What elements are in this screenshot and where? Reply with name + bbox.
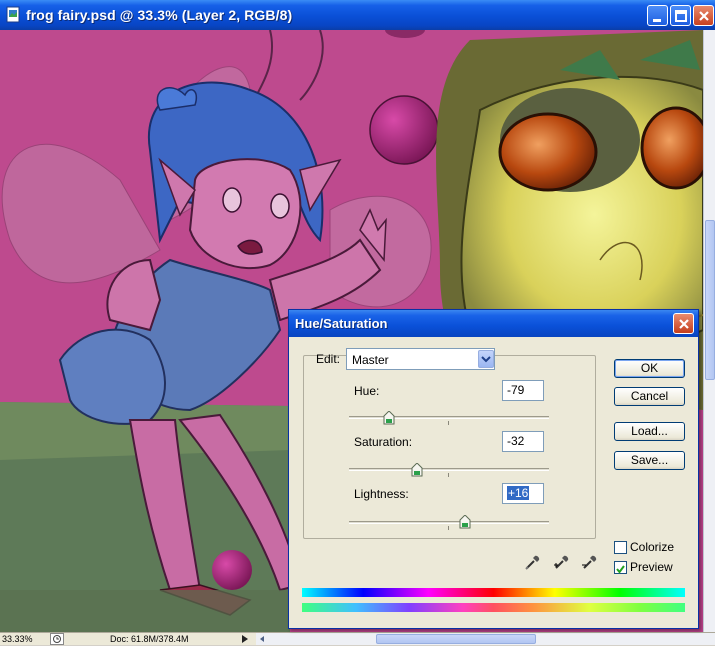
eyedropper-minus-icon[interactable] bbox=[581, 553, 599, 571]
saturation-slider-thumb[interactable] bbox=[411, 463, 423, 477]
vertical-scroll-thumb[interactable] bbox=[705, 220, 715, 380]
photoshop-document-icon bbox=[6, 6, 20, 23]
minimize-icon bbox=[653, 19, 661, 22]
lightness-slider-center-tick bbox=[448, 526, 449, 530]
saturation-slider-track[interactable] bbox=[349, 468, 549, 477]
lightness-slider-track[interactable] bbox=[349, 521, 549, 530]
minimize-button[interactable] bbox=[647, 5, 668, 26]
edit-channel-value: Master bbox=[352, 353, 389, 367]
load-button[interactable]: Load... bbox=[614, 422, 685, 441]
saturation-label: Saturation: bbox=[354, 435, 413, 449]
dialog-titlebar[interactable]: Hue/Saturation bbox=[289, 310, 698, 337]
triangle-right-icon[interactable] bbox=[240, 634, 250, 644]
scroll-left-icon[interactable] bbox=[256, 633, 268, 645]
colorize-checkbox[interactable] bbox=[614, 541, 627, 554]
edit-label: Edit: bbox=[316, 352, 341, 366]
preview-label: Preview bbox=[630, 560, 673, 574]
chevron-down-icon bbox=[481, 356, 491, 363]
checkmark-icon bbox=[616, 565, 625, 574]
adjustment-group bbox=[303, 355, 596, 539]
photoshop-document-window: frog fairy.psd @ 33.3% (Layer 2, RGB/8) bbox=[0, 0, 715, 645]
horizontal-scrollbar[interactable] bbox=[256, 633, 715, 645]
lightness-label: Lightness: bbox=[354, 487, 409, 501]
dialog-title: Hue/Saturation bbox=[295, 316, 388, 331]
edit-channel-select[interactable]: Master bbox=[346, 348, 495, 370]
output-hue-spectrum-bar[interactable] bbox=[302, 603, 685, 612]
close-icon bbox=[679, 319, 689, 329]
colorize-label: Colorize bbox=[630, 540, 675, 554]
vertical-scrollbar[interactable] bbox=[703, 30, 715, 632]
eyedropper-plus-icon[interactable] bbox=[553, 553, 571, 571]
preview-checkbox[interactable] bbox=[614, 561, 627, 574]
lightness-value: +16 bbox=[507, 486, 530, 500]
close-window-button[interactable] bbox=[693, 5, 714, 26]
maximize-button[interactable] bbox=[670, 5, 691, 26]
cancel-button[interactable]: Cancel bbox=[614, 387, 685, 406]
eyedropper-icon[interactable] bbox=[524, 553, 542, 571]
zoom-level[interactable]: 33.33% bbox=[2, 633, 46, 645]
hue-slider-thumb[interactable] bbox=[383, 411, 395, 425]
hue-saturation-dialog: Hue/Saturation Edit: Master Hue: -79 Sat… bbox=[288, 309, 699, 629]
hue-input[interactable]: -79 bbox=[502, 380, 544, 401]
dialog-close-button[interactable] bbox=[673, 313, 694, 334]
window-title: frog fairy.psd @ 33.3% (Layer 2, RGB/8) bbox=[26, 7, 293, 23]
save-button[interactable]: Save... bbox=[614, 451, 685, 470]
close-icon bbox=[699, 11, 709, 21]
input-hue-spectrum-bar bbox=[302, 588, 685, 597]
document-size: Doc: 61.8M/378.4M bbox=[110, 634, 189, 644]
lightness-input[interactable]: +16 bbox=[502, 483, 544, 504]
ok-button[interactable]: OK bbox=[614, 359, 685, 378]
hue-slider-center-tick bbox=[448, 421, 449, 425]
horizontal-scroll-thumb[interactable] bbox=[376, 634, 536, 644]
lightness-slider-thumb[interactable] bbox=[459, 515, 471, 529]
window-titlebar[interactable]: frog fairy.psd @ 33.3% (Layer 2, RGB/8) bbox=[0, 0, 715, 30]
saturation-input[interactable]: -32 bbox=[502, 431, 544, 452]
hue-slider-track[interactable] bbox=[349, 416, 549, 425]
clock-icon bbox=[53, 635, 61, 643]
saturation-slider-center-tick bbox=[448, 473, 449, 477]
dropdown-button[interactable] bbox=[478, 350, 494, 368]
maximize-icon bbox=[675, 10, 687, 22]
status-bar: 33.33% Doc: 61.8M/378.4M bbox=[0, 632, 715, 645]
hue-label: Hue: bbox=[354, 384, 380, 398]
status-info-button[interactable] bbox=[50, 633, 64, 645]
